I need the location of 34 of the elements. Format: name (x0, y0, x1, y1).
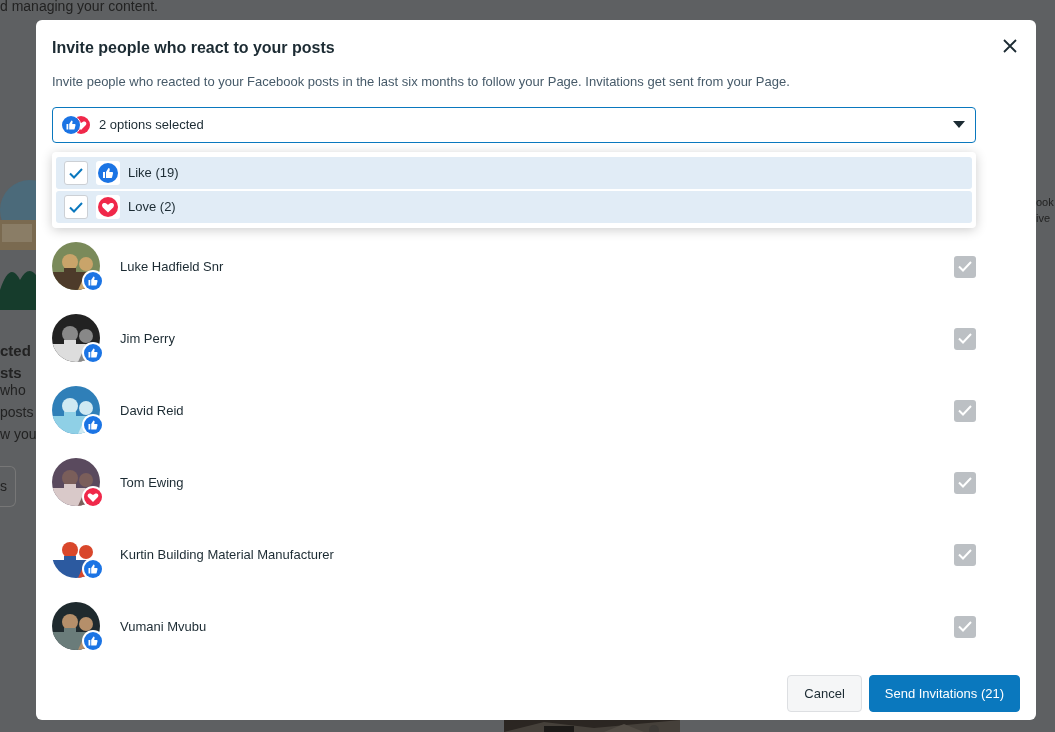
page-text: posts (0, 403, 34, 422)
check-icon (69, 201, 83, 213)
send-button[interactable]: Send Invitations (21) (868, 675, 1020, 712)
person-name: Vumani Mvubu (120, 617, 208, 636)
page-text: w you (0, 425, 37, 444)
page-text: d managing your content. (0, 0, 158, 16)
check-icon (958, 333, 972, 345)
dialog-title: Invite people who react to your posts (52, 38, 335, 58)
check-icon (69, 167, 83, 179)
caret-icon (953, 121, 965, 129)
check-icon (958, 261, 972, 273)
reaction-dropdown[interactable]: 2 options selected (52, 106, 976, 143)
check-icon (958, 549, 972, 561)
page-text: ive (1036, 211, 1051, 226)
page-text: cted (0, 341, 31, 361)
close-icon (1002, 38, 1018, 54)
person-name: Jim Perry (120, 329, 176, 348)
person-name: Kurtin Building Material Manufacturer (120, 545, 335, 564)
check-icon (958, 477, 972, 489)
person-name: Tom Ewing (120, 473, 185, 492)
dropdown-option[interactable]: Love (2) (56, 191, 972, 223)
cancel-button[interactable]: Cancel (787, 675, 862, 712)
person-name: David Reid (120, 401, 185, 420)
dropdown-option[interactable]: Like (19) (56, 157, 972, 189)
page-text: ook (1036, 195, 1054, 210)
checkbox[interactable] (64, 195, 88, 219)
person-name: Luke Hadfield Snr (120, 257, 225, 276)
page-text: sts (0, 363, 22, 383)
check-icon (958, 405, 972, 417)
page-text: who (0, 381, 26, 400)
dialog-description: Invite people who reacted to your Facebook posts in the last six months to follow your Page. Invitations get sent from your Page. (52, 73, 791, 92)
checkbox[interactable] (64, 161, 88, 185)
check-icon (958, 621, 972, 633)
reactions-icon (61, 113, 91, 136)
